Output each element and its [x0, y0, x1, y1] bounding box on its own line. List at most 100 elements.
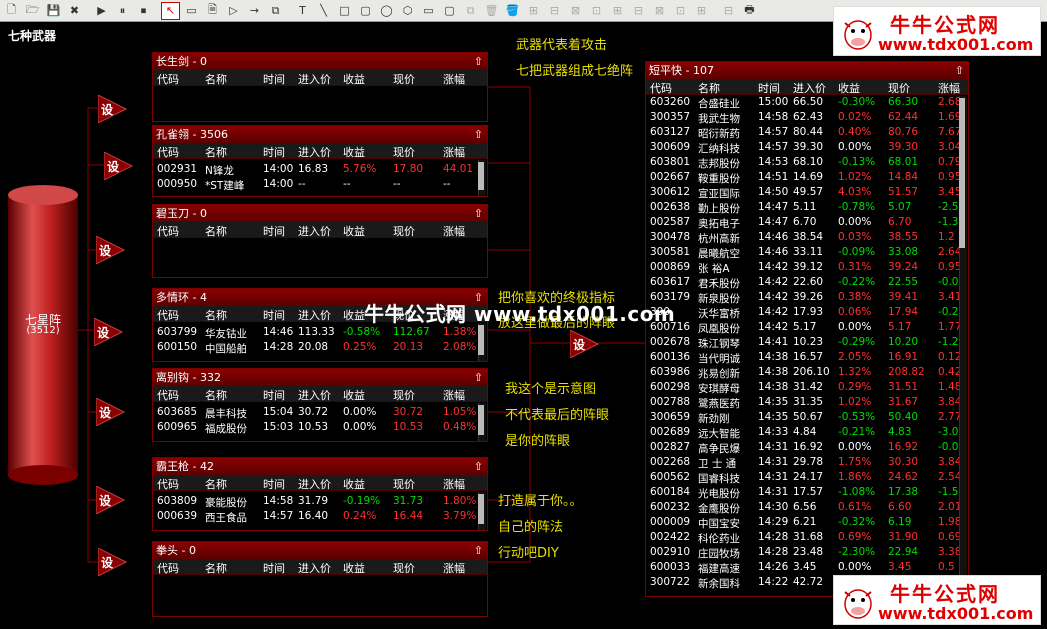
- column-header[interactable]: 进入价: [298, 307, 331, 323]
- column-header[interactable]: 代码: [157, 144, 179, 160]
- panel-header[interactable]: 碧玉刀 - 0 ⇧: [153, 205, 487, 222]
- table-row[interactable]: 300 沃华富桥 14:42 17.93 0.06% 17.94 -0.2: [646, 305, 968, 320]
- table-row[interactable]: 002678 珠江钢琴 14:41 10.23 -0.29% 10.20 -1.2: [646, 335, 968, 350]
- scrollbar[interactable]: [959, 96, 967, 594]
- column-header[interactable]: 收益: [343, 223, 365, 239]
- column-header[interactable]: 现价: [393, 71, 415, 87]
- column-header[interactable]: 名称: [205, 144, 227, 160]
- column-header[interactable]: 涨幅: [443, 71, 465, 87]
- weapon-panel[interactable]: 霸王枪 - 42 ⇧ 代码 名称 时间 进入价 收益 现价 涨幅 603809 豪能股份 14:58 3…: [152, 457, 488, 531]
- scrollbar-thumb[interactable]: [478, 405, 484, 435]
- column-header[interactable]: 代码: [157, 223, 179, 239]
- column-header[interactable]: 进入价: [298, 144, 331, 160]
- table-row[interactable]: 002268 卫 士 通 14:31 29.78 1.75% 30.30 3.84: [646, 455, 968, 470]
- collapse-arrow-icon[interactable]: ⇧: [474, 369, 483, 386]
- column-header[interactable]: 进入价: [298, 71, 331, 87]
- column-header[interactable]: 时间: [263, 71, 285, 87]
- scrollbar[interactable]: [478, 492, 486, 530]
- table-row[interactable]: 603986 兆易创新 14:38 206.10 1.32% 208.82 0.42: [646, 365, 968, 380]
- table-row[interactable]: 002689 远大智能 14:33 4.84 -0.21% 4.83 -3.0: [646, 425, 968, 440]
- collapse-arrow-icon[interactable]: ⇧: [474, 53, 483, 70]
- column-header[interactable]: 名称: [205, 476, 227, 492]
- column-header[interactable]: 时间: [758, 80, 780, 96]
- column-header[interactable]: 名称: [205, 387, 227, 403]
- column-header[interactable]: 时间: [263, 223, 285, 239]
- panel-header[interactable]: 拳头 - 0 ⇧: [153, 542, 487, 559]
- weapon-panel[interactable]: 离别钩 - 332 ⇧ 代码 名称 时间 进入价 收益 现价 涨幅 603685 晨丰科技 15:04…: [152, 368, 488, 442]
- column-header[interactable]: 代码: [157, 560, 179, 576]
- column-header[interactable]: 时间: [263, 560, 285, 576]
- table-row[interactable]: 002422 科伦药业 14:28 31.68 0.69% 31.90 0.69: [646, 530, 968, 545]
- table-row[interactable]: 002667 鞍重股份 14:51 14.69 1.02% 14.84 0.95: [646, 170, 968, 185]
- column-header[interactable]: 收益: [343, 387, 365, 403]
- column-header[interactable]: 涨幅: [443, 387, 465, 403]
- collapse-arrow-icon[interactable]: ⇧: [474, 126, 483, 143]
- column-header[interactable]: 时间: [263, 387, 285, 403]
- column-header[interactable]: 名称: [205, 223, 227, 239]
- weapon-panel[interactable]: 碧玉刀 - 0 ⇧ 代码 名称 时间 进入价 收益 现价 涨幅: [152, 204, 488, 278]
- column-header[interactable]: 名称: [205, 560, 227, 576]
- table-row[interactable]: 600298 安琪酵母 14:38 31.42 0.29% 31.51 1.48: [646, 380, 968, 395]
- table-row[interactable]: 603801 志邦股份 14:53 68.10 -0.13% 68.01 0.79: [646, 155, 968, 170]
- column-header[interactable]: 代码: [157, 387, 179, 403]
- weapon-panel[interactable]: 孔雀翎 - 3506 ⇧ 代码 名称 时间 进入价 收益 现价 涨幅 002931 N锋龙 14:00…: [152, 125, 488, 197]
- column-header[interactable]: 现价: [393, 560, 415, 576]
- column-header[interactable]: 时间: [263, 476, 285, 492]
- table-row[interactable]: 002827 高争民爆 14:31 16.92 0.00% 16.92 -0.0: [646, 440, 968, 455]
- table-row[interactable]: 300609 汇纳科技 14:57 39.30 0.00% 39.30 3.04: [646, 140, 968, 155]
- column-header[interactable]: 收益: [838, 80, 860, 96]
- column-header[interactable]: 涨幅: [443, 476, 465, 492]
- table-row[interactable]: 300357 我武生物 14:58 62.43 0.02% 62.44 1.69: [646, 110, 968, 125]
- weapon-panel[interactable]: 长生剑 - 0 ⇧ 代码 名称 时间 进入价 收益 现价 涨幅: [152, 52, 488, 122]
- column-header[interactable]: 收益: [343, 307, 365, 323]
- column-header[interactable]: 现价: [393, 387, 415, 403]
- table-row[interactable]: 603685 晨丰科技 15:04 30.72 0.00% 30.72 1.05%: [153, 405, 487, 420]
- scrollbar-thumb[interactable]: [478, 325, 484, 355]
- column-header[interactable]: 现价: [888, 80, 910, 96]
- set-button[interactable]: 设: [97, 547, 128, 577]
- table-row[interactable]: 603127 昭衍新药 14:57 80.44 0.40% 80.76 7.67: [646, 125, 968, 140]
- column-header[interactable]: 名称: [698, 80, 720, 96]
- column-header[interactable]: 名称: [205, 71, 227, 87]
- set-button[interactable]: 设: [95, 397, 126, 427]
- set-button[interactable]: 设: [95, 485, 126, 515]
- column-header[interactable]: 名称: [205, 307, 227, 323]
- column-header[interactable]: 涨幅: [443, 223, 465, 239]
- table-row[interactable]: 600965 福成股份 15:03 10.53 0.00% 10.53 0.48%: [153, 420, 487, 435]
- table-row[interactable]: 603617 君禾股份 14:42 22.60 -0.22% 22.55 -0.0: [646, 275, 968, 290]
- panel-header[interactable]: 孔雀翎 - 3506 ⇧: [153, 126, 487, 143]
- weapon-panel[interactable]: 拳头 - 0 ⇧ 代码 名称 时间 进入价 收益 现价 涨幅: [152, 541, 488, 617]
- column-header[interactable]: 收益: [343, 144, 365, 160]
- column-header[interactable]: 现价: [393, 223, 415, 239]
- set-button[interactable]: 设: [95, 235, 126, 265]
- table-row[interactable]: 603809 豪能股份 14:58 31.79 -0.19% 31.73 1.80%: [153, 494, 487, 509]
- set-button[interactable]: 设: [103, 151, 134, 181]
- table-row[interactable]: 600184 光电股份 14:31 17.57 -1.08% 17.38 -1.5: [646, 485, 968, 500]
- column-header[interactable]: 时间: [263, 144, 285, 160]
- column-header[interactable]: 涨幅: [443, 560, 465, 576]
- table-row[interactable]: 600232 金鹰股份 14:30 6.56 0.61% 6.60 2.01: [646, 500, 968, 515]
- column-header[interactable]: 涨幅: [443, 144, 465, 160]
- scrollbar[interactable]: [478, 403, 486, 441]
- column-header[interactable]: 收益: [343, 560, 365, 576]
- column-header[interactable]: 现价: [393, 476, 415, 492]
- table-row[interactable]: 002931 N锋龙 14:00 16.83 5.76% 17.80 44.01: [153, 162, 487, 177]
- table-row[interactable]: 300581 晨曦航空 14:46 33.11 -0.09% 33.08 2.64: [646, 245, 968, 260]
- table-row[interactable]: 002638 勤上股份 14:47 5.11 -0.78% 5.07 -2.5: [646, 200, 968, 215]
- table-row[interactable]: 002910 庄园牧场 14:28 23.48 -2.30% 22.94 3.38: [646, 545, 968, 560]
- table-row[interactable]: 002788 鹭燕医药 14:35 31.35 1.02% 31.67 3.84: [646, 395, 968, 410]
- table-row[interactable]: 000009 中国宝安 14:29 6.21 -0.32% 6.19 1.98: [646, 515, 968, 530]
- table-row[interactable]: 000950 *ST建峰 14:00 -- -- -- --: [153, 177, 487, 192]
- scrollbar[interactable]: [478, 323, 486, 361]
- table-row[interactable]: 603260 合盛硅业 15:00 66.50 -0.30% 66.30 2.68: [646, 95, 968, 110]
- table-row[interactable]: 603179 新泉股份 14:42 39.26 0.38% 39.41 3.41: [646, 290, 968, 305]
- table-row[interactable]: 603799 华友钴业 14:46 113.33 -0.58% 112.67 1.38%: [153, 325, 487, 340]
- column-header[interactable]: 时间: [263, 307, 285, 323]
- collapse-arrow-icon[interactable]: ⇧: [955, 62, 964, 79]
- column-header[interactable]: 收益: [343, 476, 365, 492]
- set-button[interactable]: 设: [93, 317, 124, 347]
- panel-header[interactable]: 霸王枪 - 42 ⇧: [153, 458, 487, 475]
- collapse-arrow-icon[interactable]: ⇧: [474, 205, 483, 222]
- table-row[interactable]: 600150 中国船舶 14:28 20.08 0.25% 20.13 2.08%: [153, 340, 487, 355]
- column-header[interactable]: 进入价: [298, 560, 331, 576]
